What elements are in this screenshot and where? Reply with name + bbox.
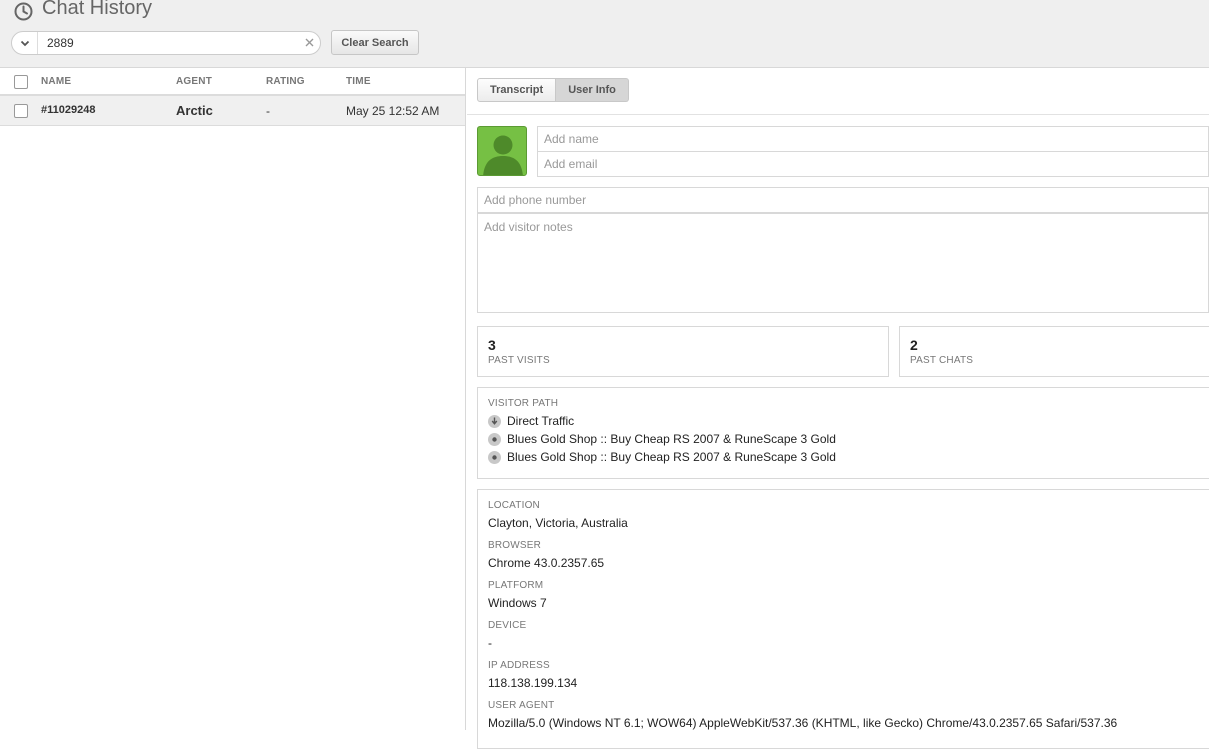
past-visits-box: 3 PAST VISITS bbox=[477, 326, 889, 377]
chevron-down-icon bbox=[20, 34, 30, 52]
visitor-notes-field[interactable] bbox=[477, 213, 1209, 313]
dot-icon bbox=[488, 432, 501, 446]
past-chats-box[interactable]: 2 PAST CHATS bbox=[899, 326, 1209, 377]
column-header-agent[interactable]: AGENT bbox=[176, 76, 212, 87]
arrow-down-icon bbox=[488, 414, 501, 428]
search-dropdown-button[interactable] bbox=[12, 32, 38, 54]
tabs: Transcript User Info bbox=[477, 78, 629, 102]
phone-field[interactable] bbox=[477, 187, 1209, 213]
column-header-rating[interactable]: RATING bbox=[266, 76, 305, 87]
user-agent-value: Mozilla/5.0 (Windows NT 6.1; WOW64) Appl… bbox=[488, 716, 1118, 730]
browser-value: Chrome 43.0.2357.65 bbox=[488, 556, 605, 570]
past-chats-count: 2 bbox=[910, 337, 918, 353]
clock-icon bbox=[14, 2, 33, 21]
past-chats-label: PAST CHATS bbox=[910, 355, 974, 366]
browser-label: BROWSER bbox=[488, 540, 542, 551]
path-text: Blues Gold Shop :: Buy Cheap RS 2007 & R… bbox=[507, 432, 836, 446]
visitor-path-label: VISITOR PATH bbox=[488, 398, 559, 409]
platform-label: PLATFORM bbox=[488, 580, 544, 591]
avatar bbox=[477, 126, 527, 176]
column-header-name[interactable]: NAME bbox=[41, 76, 71, 87]
agent-name: Arctic bbox=[176, 103, 213, 118]
email-field[interactable] bbox=[537, 151, 1209, 177]
past-visits-count: 3 bbox=[488, 337, 496, 353]
tab-transcript[interactable]: Transcript bbox=[477, 78, 557, 102]
path-text: Direct Traffic bbox=[507, 414, 575, 428]
device-value: - bbox=[488, 636, 492, 650]
ip-address-label: IP ADDRESS bbox=[488, 660, 550, 671]
location-value: Clayton, Victoria, Australia bbox=[488, 516, 628, 530]
clear-search-button[interactable]: Clear Search bbox=[331, 30, 419, 55]
rating-value: - bbox=[266, 104, 270, 118]
visitor-path-section: VISITOR PATH Direct Traffic Blues Gold S… bbox=[477, 387, 1209, 479]
search-clear-button[interactable] bbox=[298, 32, 320, 54]
visitor-info-section: LOCATION Clayton, Victoria, Australia BR… bbox=[477, 489, 1209, 749]
page-title: Chat History bbox=[42, 0, 153, 19]
location-label: LOCATION bbox=[488, 500, 540, 511]
detail-pane: Transcript User Info 3 PAST VISITS 2 PAS… bbox=[467, 68, 1209, 749]
path-item: Blues Gold Shop :: Buy Cheap RS 2007 & R… bbox=[488, 432, 836, 446]
tab-user-info[interactable]: User Info bbox=[556, 78, 629, 102]
table-row[interactable]: #11029248 Arctic - May 25 12:52 AM bbox=[0, 96, 465, 126]
user-agent-label: USER AGENT bbox=[488, 700, 555, 711]
user-silhouette-icon bbox=[483, 135, 523, 175]
ip-address-value: 118.138.199.134 bbox=[488, 676, 578, 690]
title-area: Chat History bbox=[14, 0, 152, 22]
close-icon bbox=[305, 34, 314, 52]
path-text: Blues Gold Shop :: Buy Cheap RS 2007 & R… bbox=[507, 450, 836, 464]
chat-list-pane: NAME AGENT RATING TIME #11029248 Arctic … bbox=[0, 68, 466, 730]
column-header-time[interactable]: TIME bbox=[346, 76, 371, 87]
path-item: Blues Gold Shop :: Buy Cheap RS 2007 & R… bbox=[488, 450, 836, 464]
search-input[interactable] bbox=[38, 33, 298, 53]
list-header: NAME AGENT RATING TIME bbox=[0, 68, 465, 96]
chat-time: May 25 12:52 AM bbox=[346, 104, 440, 118]
dot-icon bbox=[488, 450, 501, 464]
tabs-bar: Transcript User Info bbox=[467, 68, 1209, 115]
name-field[interactable] bbox=[537, 126, 1209, 152]
top-bar: Chat History Clear Search bbox=[0, 0, 1209, 68]
path-item: Direct Traffic bbox=[488, 414, 574, 428]
search-box bbox=[11, 31, 321, 55]
select-all-checkbox[interactable] bbox=[14, 75, 28, 89]
past-visits-label: PAST VISITS bbox=[488, 355, 550, 366]
platform-value: Windows 7 bbox=[488, 596, 547, 610]
row-checkbox[interactable] bbox=[14, 104, 28, 118]
device-label: DEVICE bbox=[488, 620, 527, 631]
chat-id: #11029248 bbox=[41, 104, 96, 116]
